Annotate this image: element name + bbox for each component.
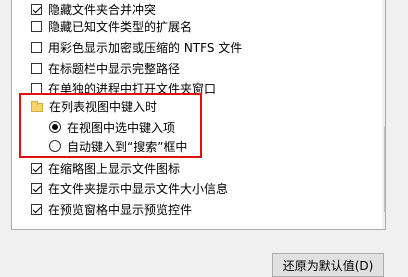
option-label: 用彩色显示加密或压缩的 NTFS 文件 bbox=[48, 40, 243, 55]
option-preview-handlers[interactable]: 在预览窗格中显示预览控件 bbox=[31, 199, 385, 219]
radio-selected[interactable] bbox=[49, 121, 61, 133]
option-label: 在视图中选中键入项 bbox=[67, 120, 176, 135]
option-label: 在标题栏中显示完整路径 bbox=[48, 61, 181, 76]
option-hide-extensions[interactable]: 隐藏已知文件类型的扩展名 bbox=[31, 16, 385, 36]
checkbox-unchecked[interactable] bbox=[31, 82, 42, 94]
option-label: 隐藏文件夹合并冲突 bbox=[48, 2, 157, 17]
advanced-settings-list: 隐藏文件夹合并冲突 隐藏已知文件类型的扩展名 用彩色显示加密或压缩的 NTFS … bbox=[11, 0, 386, 230]
restore-defaults-button[interactable]: 还原为默认值(D) bbox=[272, 253, 384, 277]
checkbox-checked[interactable] bbox=[31, 3, 42, 15]
option-label: 在文件夹提示中显示文件大小信息 bbox=[48, 181, 229, 196]
checkbox-checked[interactable] bbox=[31, 182, 42, 194]
checkbox-checked[interactable] bbox=[31, 162, 42, 174]
scrollbar-thumb[interactable] bbox=[384, 126, 385, 212]
option-full-path-title[interactable]: 在标题栏中显示完整路径 bbox=[31, 58, 385, 78]
option-folder-size-tips[interactable]: 在文件夹提示中显示文件大小信息 bbox=[31, 178, 385, 198]
radio-unselected[interactable] bbox=[49, 140, 61, 152]
scroll-down-arrow-icon[interactable] bbox=[385, 218, 386, 223]
option-separate-process[interactable]: 在单独的进程中打开文件夹窗口 bbox=[31, 78, 385, 98]
checkbox-unchecked[interactable] bbox=[31, 20, 42, 32]
option-thumbnail-icons[interactable]: 在缩略图上显示文件图标 bbox=[31, 158, 385, 178]
option-label: 在单独的进程中打开文件夹窗口 bbox=[48, 81, 217, 96]
option-label: 在预览窗格中显示预览控件 bbox=[48, 202, 193, 217]
vertical-scrollbar[interactable] bbox=[382, 0, 386, 229]
folder-icon bbox=[31, 100, 43, 112]
group-label: 在列表视图中键入时 bbox=[49, 99, 158, 114]
radio-type-into-search[interactable]: 自动键入到“搜索”框中 bbox=[49, 136, 385, 156]
option-color-ntfs[interactable]: 用彩色显示加密或压缩的 NTFS 文件 bbox=[31, 37, 385, 57]
option-label: 在缩略图上显示文件图标 bbox=[48, 161, 181, 176]
checkbox-unchecked[interactable] bbox=[31, 62, 42, 74]
checkbox-unchecked[interactable] bbox=[31, 41, 42, 53]
option-label: 隐藏已知文件类型的扩展名 bbox=[48, 19, 193, 34]
checkbox-checked[interactable] bbox=[31, 203, 42, 215]
group-typing-in-list-view: 在列表视图中键入时 bbox=[31, 96, 385, 116]
option-label: 自动键入到“搜索”框中 bbox=[67, 139, 188, 154]
radio-select-typed-item[interactable]: 在视图中选中键入项 bbox=[49, 117, 385, 137]
